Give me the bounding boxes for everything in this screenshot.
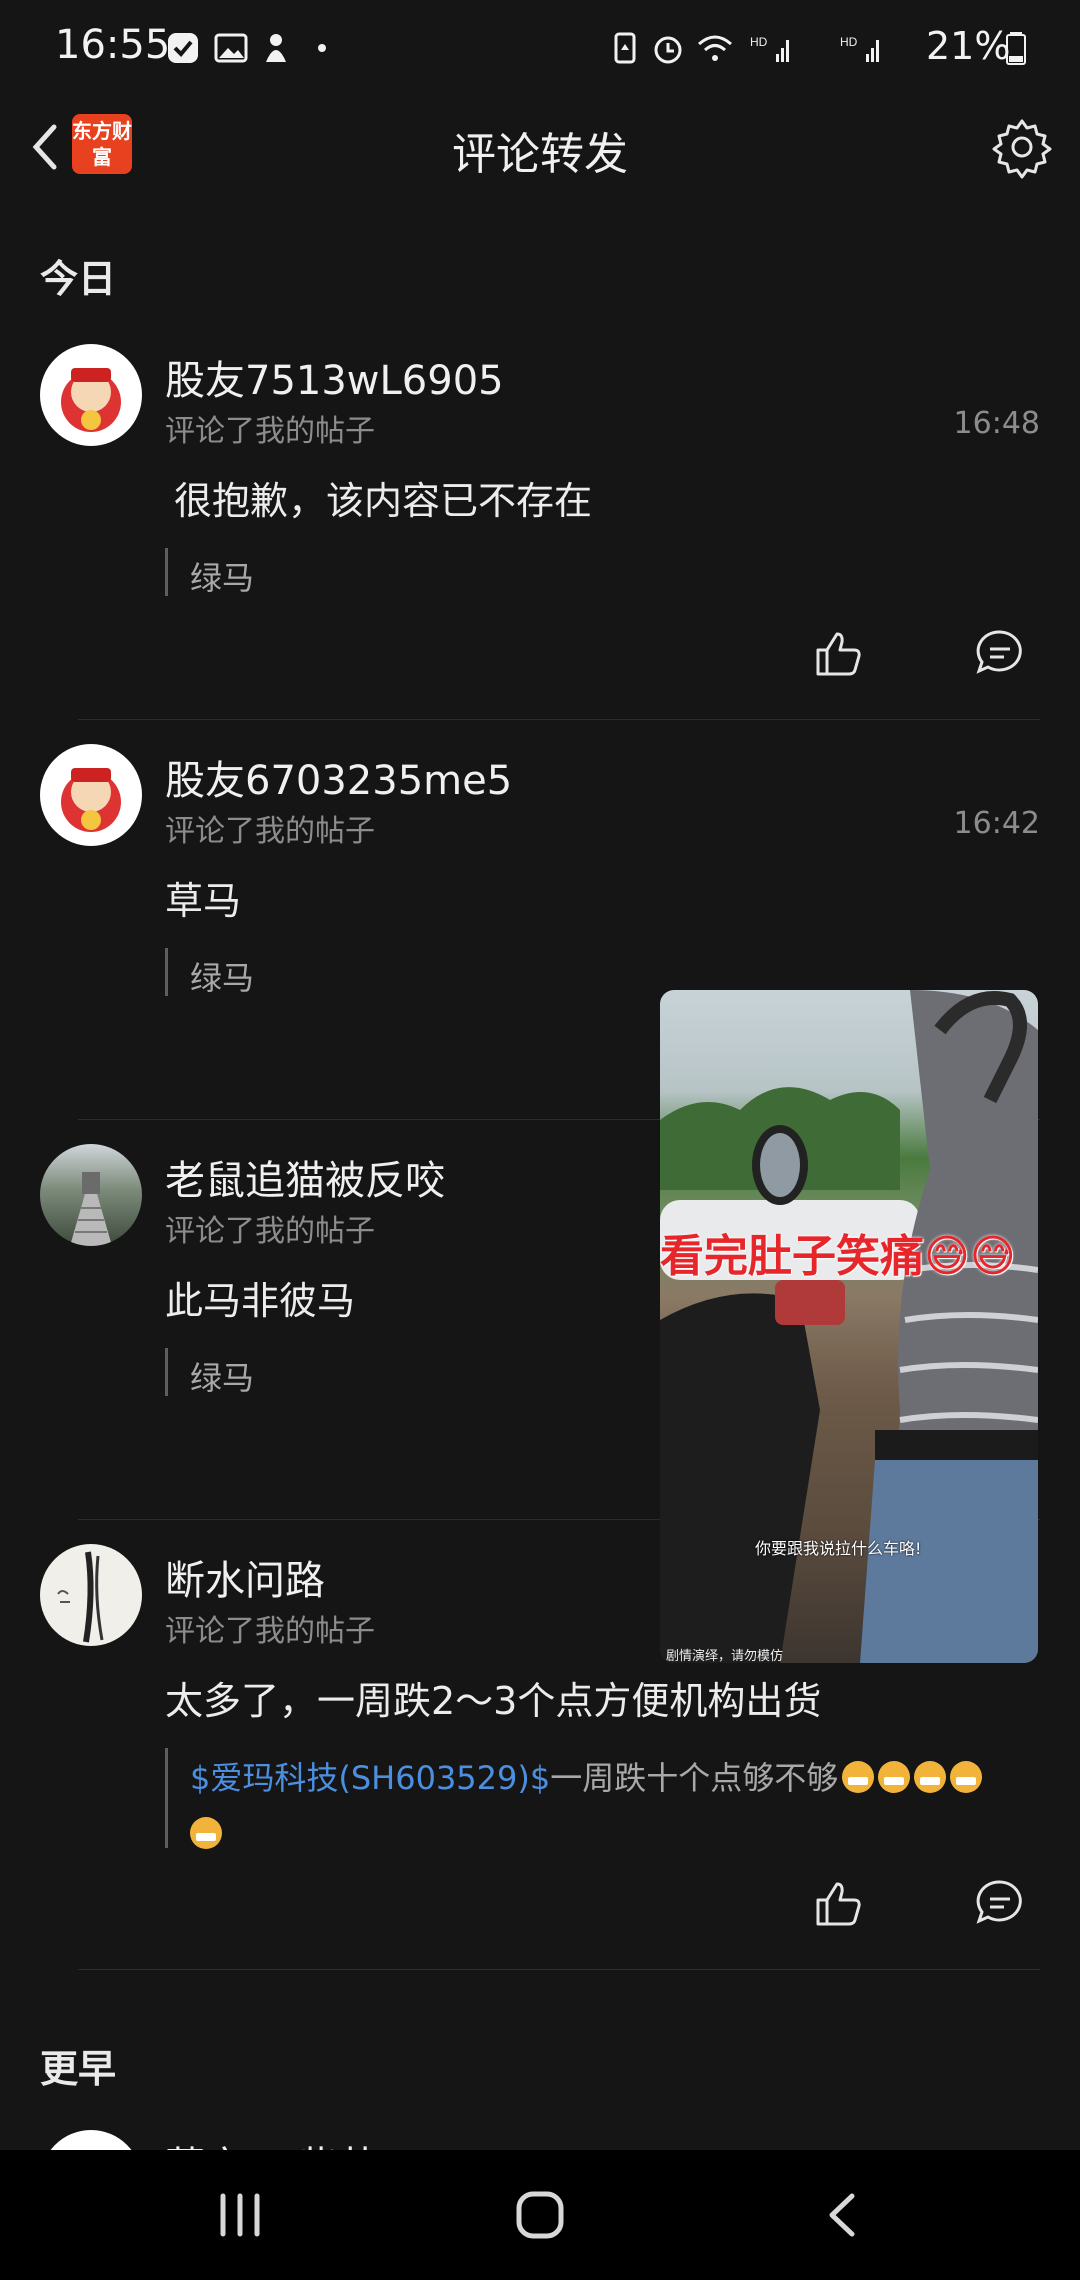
signal-2-icon: HD — [840, 35, 879, 62]
alarm-icon — [654, 36, 682, 64]
reply-bubble-icon[interactable] — [974, 1877, 1026, 1929]
quote-text: 一周跌十个点够不够 — [550, 1759, 839, 1797]
action-text: 评论了我的帖子 — [165, 814, 375, 849]
settings-gear-icon[interactable] — [990, 115, 1054, 179]
svg-text:HD: HD — [840, 35, 858, 49]
quoted-post[interactable]: 绿马 — [190, 553, 254, 599]
grin-emoji-icon — [878, 1761, 911, 1793]
quote-bar — [165, 548, 168, 596]
comment-text[interactable]: 此马非彼马 — [165, 1270, 355, 1325]
grin-emoji-icon — [914, 1761, 947, 1793]
username[interactable]: 股友7513wL6905 — [165, 348, 504, 406]
video-watermark: 剧情演绎，请勿模仿 — [666, 1649, 784, 1663]
username[interactable]: 老鼠追猫被反咬 — [165, 1148, 445, 1206]
username[interactable]: 断水问路 — [165, 1548, 325, 1606]
section-today: 今日 — [40, 257, 117, 301]
reply-bubble-icon[interactable] — [974, 627, 1026, 679]
grin-emoji-icon — [190, 1817, 222, 1849]
like-thumb-icon[interactable] — [812, 1876, 866, 1930]
comment-time: 16:42 — [953, 806, 1040, 841]
signal-1-icon: HD — [750, 35, 789, 62]
more-dot-icon — [318, 44, 326, 52]
action-text: 评论了我的帖子 — [165, 1614, 375, 1649]
video-subtitle: 你要跟我说拉什么车咯! — [755, 1539, 922, 1558]
quoted-post[interactable]: $爱玛科技(SH603529)$一周跌十个点够不够 — [190, 1750, 1040, 1862]
video-caption: 看完肚子笑痛😅😅 — [660, 1231, 1016, 1282]
battery-percent: 21% — [926, 24, 1011, 68]
system-nav-bar — [0, 2150, 1080, 2280]
comment-text[interactable]: 很抱歉，该内容已不存在 — [174, 470, 592, 525]
recent-apps-icon[interactable] — [215, 2192, 265, 2238]
quoted-post[interactable]: 绿马 — [190, 953, 254, 999]
grin-emoji-icon — [950, 1761, 983, 1793]
floating-video-player[interactable]: 看完肚子笑痛😅😅 你要跟我说拉什么车咯! 剧情演绎，请勿模仿 — [660, 990, 1038, 1663]
divider — [78, 719, 1040, 720]
svg-text:HD: HD — [750, 35, 768, 49]
battery-icon — [1006, 32, 1026, 65]
battery-saver-icon — [614, 32, 636, 64]
app-notification-icon — [168, 33, 198, 63]
quote-bar — [165, 948, 168, 996]
gallery-icon — [214, 33, 248, 63]
grin-emoji-icon — [842, 1761, 875, 1793]
page-title: 评论转发 — [452, 129, 628, 180]
section-earlier: 更早 — [40, 2047, 117, 2091]
avatar[interactable] — [40, 744, 142, 846]
comment-text[interactable]: 太多了，一周跌2～3个点方便机构出货 — [165, 1670, 821, 1725]
like-thumb-icon[interactable] — [812, 626, 866, 680]
quote-bar — [165, 1348, 168, 1396]
quote-bar — [165, 1748, 168, 1848]
wifi-icon — [698, 35, 732, 61]
action-text: 评论了我的帖子 — [165, 1214, 375, 1249]
home-icon[interactable] — [515, 2190, 565, 2240]
back-nav-icon[interactable] — [822, 2192, 862, 2238]
action-text: 评论了我的帖子 — [165, 414, 375, 449]
quoted-post[interactable]: 绿马 — [190, 1353, 254, 1399]
avatar[interactable] — [40, 344, 142, 446]
status-bar: 16:55 HD HD 21% — [0, 0, 1080, 100]
username[interactable]: 股友6703235me5 — [165, 748, 512, 806]
comment-time: 16:48 — [953, 406, 1040, 441]
status-time: 16:55 — [55, 22, 171, 68]
app-icon — [266, 34, 286, 62]
divider — [78, 1969, 1040, 1970]
avatar[interactable] — [40, 1144, 142, 1246]
avatar[interactable] — [40, 1544, 142, 1646]
stock-link[interactable]: $爱玛科技(SH603529)$ — [190, 1759, 550, 1797]
comment-text[interactable]: 草马 — [165, 870, 241, 925]
